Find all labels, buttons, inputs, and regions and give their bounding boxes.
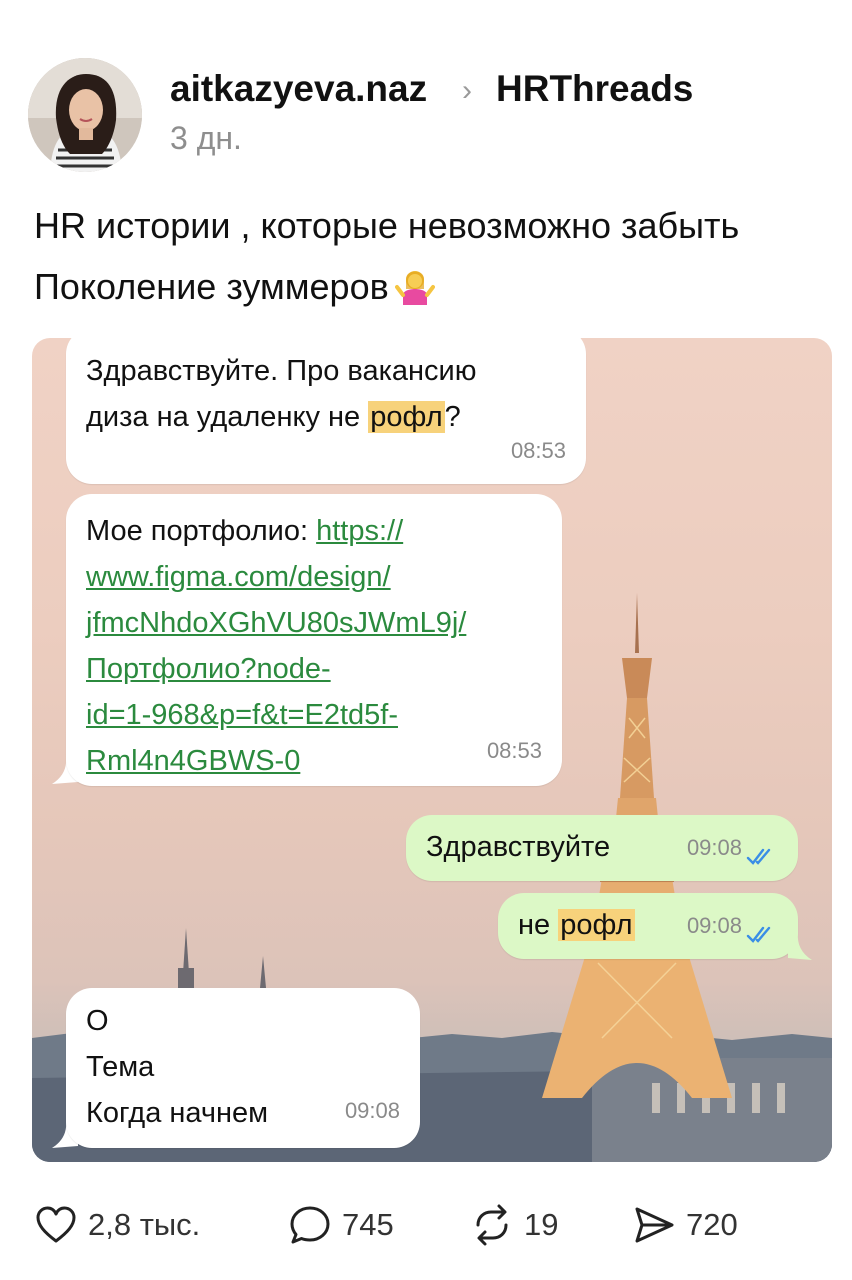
chevron-right-icon: › — [462, 74, 472, 107]
share-count: 720 — [686, 1207, 738, 1242]
message-time: 09:08 — [344, 1098, 400, 1123]
message-line: Здравствуйте — [426, 831, 611, 863]
send-icon — [635, 1207, 674, 1243]
community-name[interactable]: HRThreads — [496, 68, 693, 110]
portfolio-link[interactable]: jfmcNhdoXGhVU80sJWmL9j/ — [86, 600, 466, 646]
comment-count: 745 — [342, 1207, 394, 1242]
person-shrugging-emoji-icon — [394, 271, 435, 305]
post-time: 3 дн. — [170, 120, 242, 156]
message-time: 08:53 — [510, 438, 566, 463]
post-text-line2: Поколение зуммеров — [34, 265, 435, 308]
message-time: 09:08 — [686, 913, 742, 938]
message-line: Мое портфолио: https:// — [86, 515, 404, 547]
bubble-tail — [788, 932, 812, 960]
portfolio-link[interactable]: Портфолио?node- — [86, 646, 331, 692]
highlighted-word: рофл — [368, 401, 445, 433]
avatar[interactable] — [28, 58, 142, 172]
post-action-bar: 2,8 тыс. 745 19 720 — [0, 1195, 852, 1255]
message-time: 09:08 — [686, 835, 742, 860]
message-line: Здравствуйте. Про вакансию — [86, 355, 477, 387]
username[interactable]: aitkazyeva.naz — [170, 68, 427, 110]
portfolio-link[interactable]: id=1-968&p=f&t=E2td5f- — [86, 692, 398, 738]
message-line: не рофл — [518, 909, 635, 941]
highlighted-word: рофл — [558, 909, 635, 941]
share-button[interactable]: 720 — [632, 1195, 738, 1255]
message-line: диза на удаленку не рофл? — [86, 401, 461, 433]
chat-message-outgoing: Здравствуйте 09:08 — [406, 815, 798, 881]
chat-message-outgoing: не рофл 09:08 — [498, 893, 798, 959]
message-line: О — [86, 1005, 109, 1037]
chat-message-incoming: Здравствуйте. Про вакансию диза на удале… — [66, 338, 586, 484]
portfolio-link[interactable]: https:// — [316, 515, 403, 547]
chat-message-incoming: О Тема Когда начнем 09:08 — [66, 988, 420, 1148]
chat-message-incoming: Мое портфолио: https:// www.figma.com/de… — [66, 494, 562, 786]
like-count: 2,8 тыс. — [88, 1207, 201, 1242]
repost-button[interactable]: 19 — [470, 1195, 558, 1255]
portfolio-link[interactable]: Rml4n4GBWS-0 — [86, 738, 300, 784]
repost-icon — [476, 1204, 508, 1246]
like-button[interactable]: 2,8 тыс. — [34, 1195, 200, 1255]
read-double-check-icon — [746, 848, 771, 865]
message-line: Тема — [86, 1051, 155, 1083]
message-time: 08:53 — [486, 738, 542, 763]
heart-icon — [36, 1206, 76, 1243]
post-text-line1: HR истории , которые невозможно забыть — [34, 205, 740, 246]
message-line: Когда начнем — [86, 1097, 269, 1129]
comment-button[interactable]: 745 — [288, 1195, 394, 1255]
portfolio-link[interactable]: www.figma.com/design/ — [86, 554, 391, 600]
post-image[interactable]: Здравствуйте. Про вакансию диза на удале… — [32, 338, 832, 1162]
read-double-check-icon — [746, 926, 771, 943]
comment-bubble-icon — [290, 1206, 330, 1244]
repost-count: 19 — [524, 1207, 559, 1242]
